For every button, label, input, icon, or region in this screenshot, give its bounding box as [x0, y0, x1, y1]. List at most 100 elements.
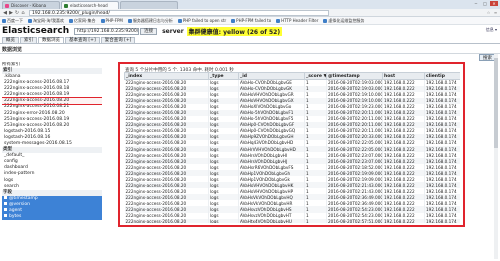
table-cell: 2016-08-20T02:54:23.000Z: [326, 212, 383, 219]
star-icon[interactable]: ☆: [486, 10, 491, 15]
column-header[interactable]: clientip: [424, 72, 460, 80]
divider: [0, 53, 500, 54]
table-row[interactable]: 222nginx-access-2016.08.20 logs AVaHsrR6VO…: [124, 164, 460, 171]
table-row[interactable]: 222nginx-access-2016.08.20 logs AVaHq43VOh…: [124, 139, 460, 147]
table-cell: 192.168.0.174: [424, 146, 460, 153]
connect-button[interactable]: 连接: [140, 27, 158, 35]
bookmark-item[interactable]: 亿家网-集合: [69, 17, 96, 24]
table-cell: 192.168.0.174: [424, 115, 460, 122]
nav-tab[interactable]: 索引: [20, 37, 37, 43]
bookmark-label: 亿家网-集合: [74, 17, 96, 23]
page-title: 数据浏览: [2, 47, 23, 53]
table-row[interactable]: 222nginx-access-2016.08.20 logs AVaHoVHVOh…: [124, 182, 460, 189]
bookmark-item[interactable]: 服务器搭建日志与分析: [127, 17, 173, 24]
bookmark-item[interactable]: HTTP Header Filter: [276, 18, 318, 23]
table-cell: 2016-08-20T02:54:23.000Z: [326, 206, 383, 213]
bookmark-item[interactable]: 百度一下: [2, 18, 23, 24]
nav-tab[interactable]: 基本查询 [+]: [65, 37, 100, 43]
table-row[interactable]: 222nginx-access-2016.08.20 logs AVaHtx4VOh…: [124, 218, 460, 223]
table-cell: 2016-08-20T02:19:10.000Z: [326, 91, 383, 98]
bookmark-icon: [100, 18, 105, 23]
table-cell: 2016-08-20T02:23:07.000Z: [326, 152, 383, 159]
table-cell: 2016-08-20T02:18:52.000Z: [326, 164, 383, 171]
table-cell: 2016-08-20T02:19:10.000Z: [326, 97, 383, 104]
table-cell: 192.168.0.174: [424, 170, 460, 177]
table-row[interactable]: 222nginx-access-2016.08.20 logs AVaHo-5hVO…: [124, 115, 460, 122]
table-cell: 2016-08-20T02:22:05.000Z: [326, 146, 383, 153]
table-cell: 192.168.0.174: [424, 91, 460, 98]
table-cell: 192.168.0.174: [424, 109, 460, 116]
table-cell: 222nginx-access-2016.08.20: [124, 218, 209, 223]
table-row[interactable]: 222nginx-access-2016.08.20 logs AVaHoVHVOh…: [124, 188, 460, 195]
favicon-icon: [5, 3, 9, 8]
browser-tab[interactable]: elasticsearch-head: [61, 1, 119, 9]
maximize-icon[interactable]: □: [481, 1, 489, 6]
expand-icon: [4, 207, 7, 211]
table-cell: logs: [208, 218, 239, 223]
table-row[interactable]: 222nginx-access-2016.08.20 logs AVaHo-5hVO…: [124, 109, 460, 116]
table-cell: 192.168.0.222: [382, 218, 425, 223]
nav-tab[interactable]: 复合查询 [+]: [100, 37, 136, 43]
column-header[interactable]: _score ▼: [304, 72, 327, 80]
table-row[interactable]: 222nginx-access-2016.08.20 logs AVaHsVkVOh…: [124, 194, 460, 201]
expand-icon: [4, 195, 7, 199]
bookmark-item[interactable]: PHP-FPM failed to: [231, 18, 271, 23]
table-cell: 192.168.0.174: [424, 103, 460, 110]
bookmark-icon: [177, 18, 182, 23]
page-scrollbar[interactable]: [494, 54, 498, 259]
home-icon[interactable]: ⌂: [20, 10, 26, 16]
table-cell: 192.168.0.174: [424, 121, 460, 128]
table-cell: 2016-08-20T02:57:51.000Z: [326, 218, 383, 223]
app-nav-tabs: 概览 索引 数据浏览 基本查询 [+] 复合查询 [+]: [0, 37, 500, 44]
table-row[interactable]: 222nginx-access-2016.08.20 logs AVaHsVkVOh…: [124, 200, 460, 207]
bookmark-item[interactable]: 虚拟化运维监控服务: [323, 18, 364, 24]
nav-tab[interactable]: 数据浏览: [38, 37, 64, 43]
table-row[interactable]: 222nginx-access-2016.08.20 logs AVaHoVHVOh…: [124, 97, 460, 104]
bookmark-item[interactable]: PHP failed to open str: [177, 18, 226, 23]
browser-tab[interactable]: [120, 1, 178, 9]
nav-tab[interactable]: 概览: [2, 37, 19, 43]
bookmark-icon: [323, 18, 328, 23]
sidebar-field-item[interactable]: bytes: [2, 213, 102, 221]
table-cell: 2016-08-20T02:20:11.000Z: [326, 115, 383, 122]
table-cell: 2016-08-20T02:20:33.000Z: [326, 133, 383, 140]
column-header[interactable]: _type: [208, 72, 239, 80]
table-cell: 192.168.0.174: [424, 133, 460, 140]
bookmark-label: 虚拟化运维监控服务: [328, 17, 365, 23]
bookmark-icon: [231, 18, 236, 23]
table-row[interactable]: 222nginx-access-2016.08.20 logs AVaHoVHVOh…: [124, 91, 460, 98]
app-header: Elasticsearch http://192.168.0.235:9200/…: [0, 25, 500, 37]
sidebar-field-label: agent: [9, 207, 22, 213]
column-header[interactable]: _id: [238, 72, 305, 80]
table-cell: AVaHp0-CVOhDObLgbvGQ: [238, 127, 305, 134]
table-row[interactable]: 222nginx-access-2016.08.20 logs AVaHp0-CVO…: [124, 127, 460, 134]
bookmark-label: 服务器搭建日志与分析: [132, 17, 173, 23]
expand-icon: [4, 201, 7, 205]
table-cell: 192.168.0.174: [424, 85, 460, 92]
results-table-wrap: _index _type _id _score ▼ @timestamp host clie…: [124, 72, 460, 223]
window-controls: ─ □ ✕: [472, 1, 498, 6]
minimize-icon[interactable]: ─: [472, 1, 480, 6]
table-row[interactable]: 222nginx-access-2016.08.20 logs AVaHp0-CVO…: [124, 121, 460, 128]
url-field[interactable]: 192.168.0.235:9200/_plugin/head/: [29, 9, 329, 16]
column-header[interactable]: _index: [124, 72, 209, 80]
table-row[interactable]: 222nginx-access-2016.08.20 logs AVaHp9ZVOh…: [124, 133, 460, 140]
address-bar: ◀ ▶ ↻ ⌂ 192.168.0.235:9200/_plugin/head/…: [0, 9, 500, 17]
close-icon[interactable]: ✕: [490, 1, 498, 6]
bookmark-icon: [127, 18, 132, 23]
table-row[interactable]: 222nginx-access-2016.08.20 logs AVaHrVVHVO…: [124, 146, 460, 153]
info-menu-button[interactable]: 信息 ▾: [486, 27, 497, 33]
bookmark-icon: [69, 18, 74, 23]
column-header[interactable]: host: [382, 72, 425, 80]
column-header[interactable]: @timestamp: [326, 72, 383, 80]
app-title: Elasticsearch: [2, 26, 70, 36]
scrollbar-thumb[interactable]: [494, 58, 498, 148]
bookmark-label: 淘宝网-淘!我喜欢: [33, 17, 65, 23]
server-url-input[interactable]: http://192.168.0.235:9200/: [74, 27, 140, 35]
bookmark-item[interactable]: 淘宝网-淘!我喜欢: [28, 18, 64, 24]
bookmark-item[interactable]: PHP-FPM: [100, 18, 123, 23]
table-cell: AVaHtx4VOhDObLgbvHU: [238, 218, 305, 223]
table-cell: 2016-08-20T02:19:03.000Z: [326, 85, 383, 92]
menu-icon[interactable]: ≡: [493, 10, 498, 15]
browser-tab[interactable]: Discover - Kibana: [2, 1, 60, 9]
